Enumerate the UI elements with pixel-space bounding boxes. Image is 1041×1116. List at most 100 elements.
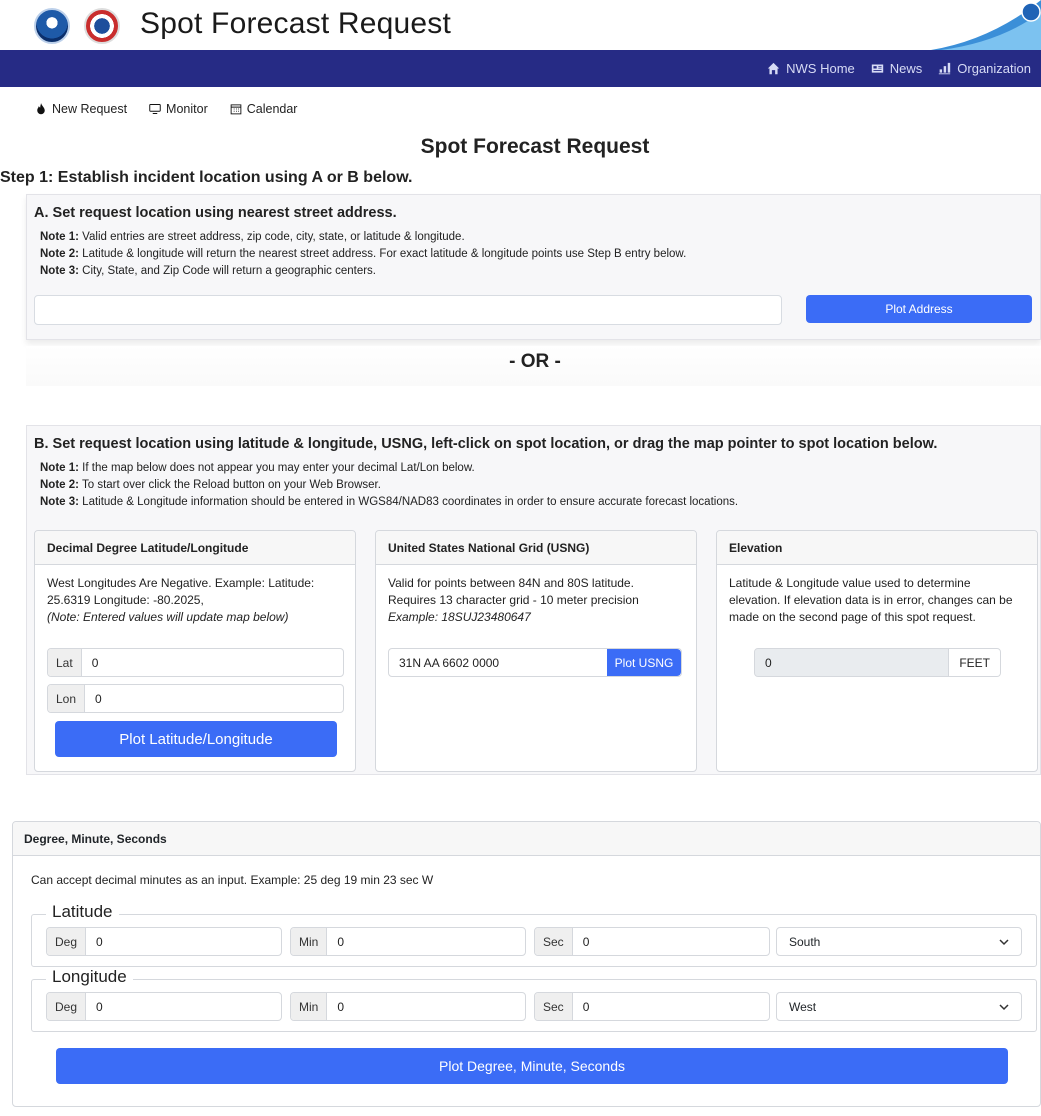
plot-address-button[interactable]: Plot Address <box>806 295 1032 323</box>
nav-organization[interactable]: Organization <box>938 61 1031 76</box>
usng-description: Valid for points between 84N and 80S lat… <box>388 576 639 607</box>
lon-deg-input[interactable]: 0 <box>86 993 281 1020</box>
latitude-fieldset: Latitude Deg 0 Min 0 Sec 0 South <box>31 902 1037 967</box>
top-navbar: NWS Home News Organization <box>0 50 1041 87</box>
lon-hemisphere-value: West <box>789 999 817 1014</box>
dms-card-header: Degree, Minute, Seconds <box>13 822 1040 856</box>
page-title: Spot Forecast Request <box>420 135 650 158</box>
step-1-title: Step 1: Establish incident location usin… <box>0 169 413 186</box>
section-a-address: A. Set request location using nearest st… <box>26 194 1041 340</box>
lat-hemisphere-select[interactable]: South <box>776 927 1022 956</box>
lat-deg-input[interactable]: 0 <box>86 928 281 955</box>
nav-news[interactable]: News <box>871 61 923 76</box>
nav-nws-home[interactable]: NWS Home <box>767 61 855 76</box>
elevation-unit: FEET <box>948 649 1000 676</box>
section-b-notes: Note 1: If the map below does not appear… <box>40 460 738 511</box>
lon-min-group: Min 0 <box>290 992 526 1021</box>
chevron-down-icon <box>999 938 1009 945</box>
elevation-card: Elevation Latitude & Longitude value use… <box>716 530 1038 772</box>
lat-sec-input[interactable]: 0 <box>573 928 769 955</box>
lat-sec-group: Sec 0 <box>534 927 770 956</box>
b-note-2: Note 2: To start over click the Reload b… <box>40 477 738 494</box>
fire-icon <box>37 103 45 115</box>
usng-card-header: United States National Grid (USNG) <box>376 531 696 565</box>
lat-min-label: Min <box>291 928 328 955</box>
decimal-card-body: West Longitudes Are Negative. Example: L… <box>35 565 355 636</box>
lat-deg-group: Deg 0 <box>46 927 282 956</box>
lat-hemisphere-value: South <box>789 934 821 949</box>
lon-sec-input[interactable]: 0 <box>573 993 769 1020</box>
site-header: Spot Forecast Request <box>0 0 1041 50</box>
usng-card-body: Valid for points between 84N and 80S lat… <box>376 565 696 636</box>
lon-deg-label: Deg <box>47 993 87 1020</box>
lon-input-group: Lon 0 <box>47 684 344 713</box>
usng-input-group: 31N AA 6602 0000 Plot USNG <box>388 648 682 677</box>
plot-dms-button[interactable]: Plot Degree, Minute, Seconds <box>56 1048 1008 1084</box>
chevron-down-icon <box>999 1003 1009 1010</box>
b-note-3-text: Latitude & Longitude information should … <box>78 496 739 508</box>
note-2: Note 2: Latitude & longitude will return… <box>40 246 686 263</box>
note-3-label: Note 3: <box>40 265 79 277</box>
lon-min-input[interactable]: 0 <box>327 993 525 1020</box>
lon-label: Lon <box>48 685 86 712</box>
lon-hemisphere-select[interactable]: West <box>776 992 1022 1021</box>
lat-min-input[interactable]: 0 <box>327 928 525 955</box>
monitor-icon <box>149 104 161 114</box>
calendar-icon <box>230 104 242 115</box>
lat-min-group: Min 0 <box>290 927 526 956</box>
usng-input[interactable]: 31N AA 6602 0000 <box>389 649 607 676</box>
b-note-3-label: Note 3: <box>40 496 79 508</box>
longitude-legend: Longitude <box>46 967 133 987</box>
noaa-logo[interactable] <box>34 8 70 44</box>
plot-latlon-button[interactable]: Plot Latitude/Longitude <box>55 721 337 757</box>
address-input[interactable] <box>34 295 782 325</box>
or-separator: - OR - <box>509 351 561 372</box>
dms-card: Degree, Minute, Seconds Can accept decim… <box>12 821 1041 1107</box>
nav-news-label: News <box>889 61 923 76</box>
subnav-calendar-label: Calendar <box>246 102 298 116</box>
b-note-3: Note 3: Latitude & Longitude information… <box>40 494 738 511</box>
b-note-1: Note 1: If the map below does not appear… <box>40 460 738 477</box>
elevation-description: Latitude & Longitude value used to deter… <box>729 576 1013 624</box>
lon-input[interactable]: 0 <box>85 685 343 712</box>
bar-chart-icon <box>939 62 951 75</box>
lat-input-group: Lat 0 <box>47 648 344 677</box>
note-2-text: Latitude & longitude will return the nea… <box>78 248 687 260</box>
subnav-new-request[interactable]: New Request <box>35 102 127 116</box>
decimal-latlon-card: Decimal Degree Latitude/Longitude West L… <box>34 530 356 772</box>
home-icon <box>767 62 780 75</box>
lat-sec-label: Sec <box>535 928 573 955</box>
decimal-note: (Note: Entered values will update map be… <box>47 610 289 624</box>
subnav-new-request-label: New Request <box>52 102 128 116</box>
subnav-calendar[interactable]: Calendar <box>230 102 298 116</box>
note-1: Note 1: Valid entries are street address… <box>40 229 686 246</box>
lon-sec-label: Sec <box>535 993 573 1020</box>
decimal-description: West Longitudes Are Negative. Example: L… <box>47 576 315 607</box>
note-3-text: City, State, and Zip Code will return a … <box>78 265 377 277</box>
lat-input[interactable]: 0 <box>82 649 343 676</box>
section-a-notes: Note 1: Valid entries are street address… <box>40 229 686 280</box>
subnav-monitor[interactable]: Monitor <box>149 102 208 116</box>
lon-sec-group: Sec 0 <box>534 992 770 1021</box>
b-note-2-text: To start over click the Reload button on… <box>78 479 381 491</box>
plot-usng-button[interactable]: Plot USNG <box>607 649 681 676</box>
decimal-card-header: Decimal Degree Latitude/Longitude <box>35 531 355 565</box>
b-note-1-text: If the map below does not appear you may… <box>78 462 475 474</box>
nws-logo[interactable] <box>84 8 120 44</box>
note-2-label: Note 2: <box>40 248 79 260</box>
note-1-text: Valid entries are street address, zip co… <box>78 231 465 243</box>
b-note-1-label: Note 1: <box>40 462 79 474</box>
section-b-coordinates: B. Set request location using latitude &… <box>26 425 1041 775</box>
elevation-card-body: Latitude & Longitude value used to deter… <box>717 565 1037 636</box>
usng-card: United States National Grid (USNG) Valid… <box>375 530 697 772</box>
lon-deg-group: Deg 0 <box>46 992 282 1021</box>
note-1-label: Note 1: <box>40 231 79 243</box>
lat-label: Lat <box>48 649 82 676</box>
elevation-input-group: 0 FEET <box>754 648 1001 677</box>
section-b-title: B. Set request location using latitude &… <box>34 436 938 452</box>
usng-example: Example: 18SUJ23480647 <box>388 610 531 624</box>
newspaper-icon <box>871 64 883 73</box>
elevation-input: 0 <box>755 649 949 676</box>
site-title: Spot Forecast Request <box>140 7 452 40</box>
nav-organization-label: Organization <box>957 61 1031 76</box>
